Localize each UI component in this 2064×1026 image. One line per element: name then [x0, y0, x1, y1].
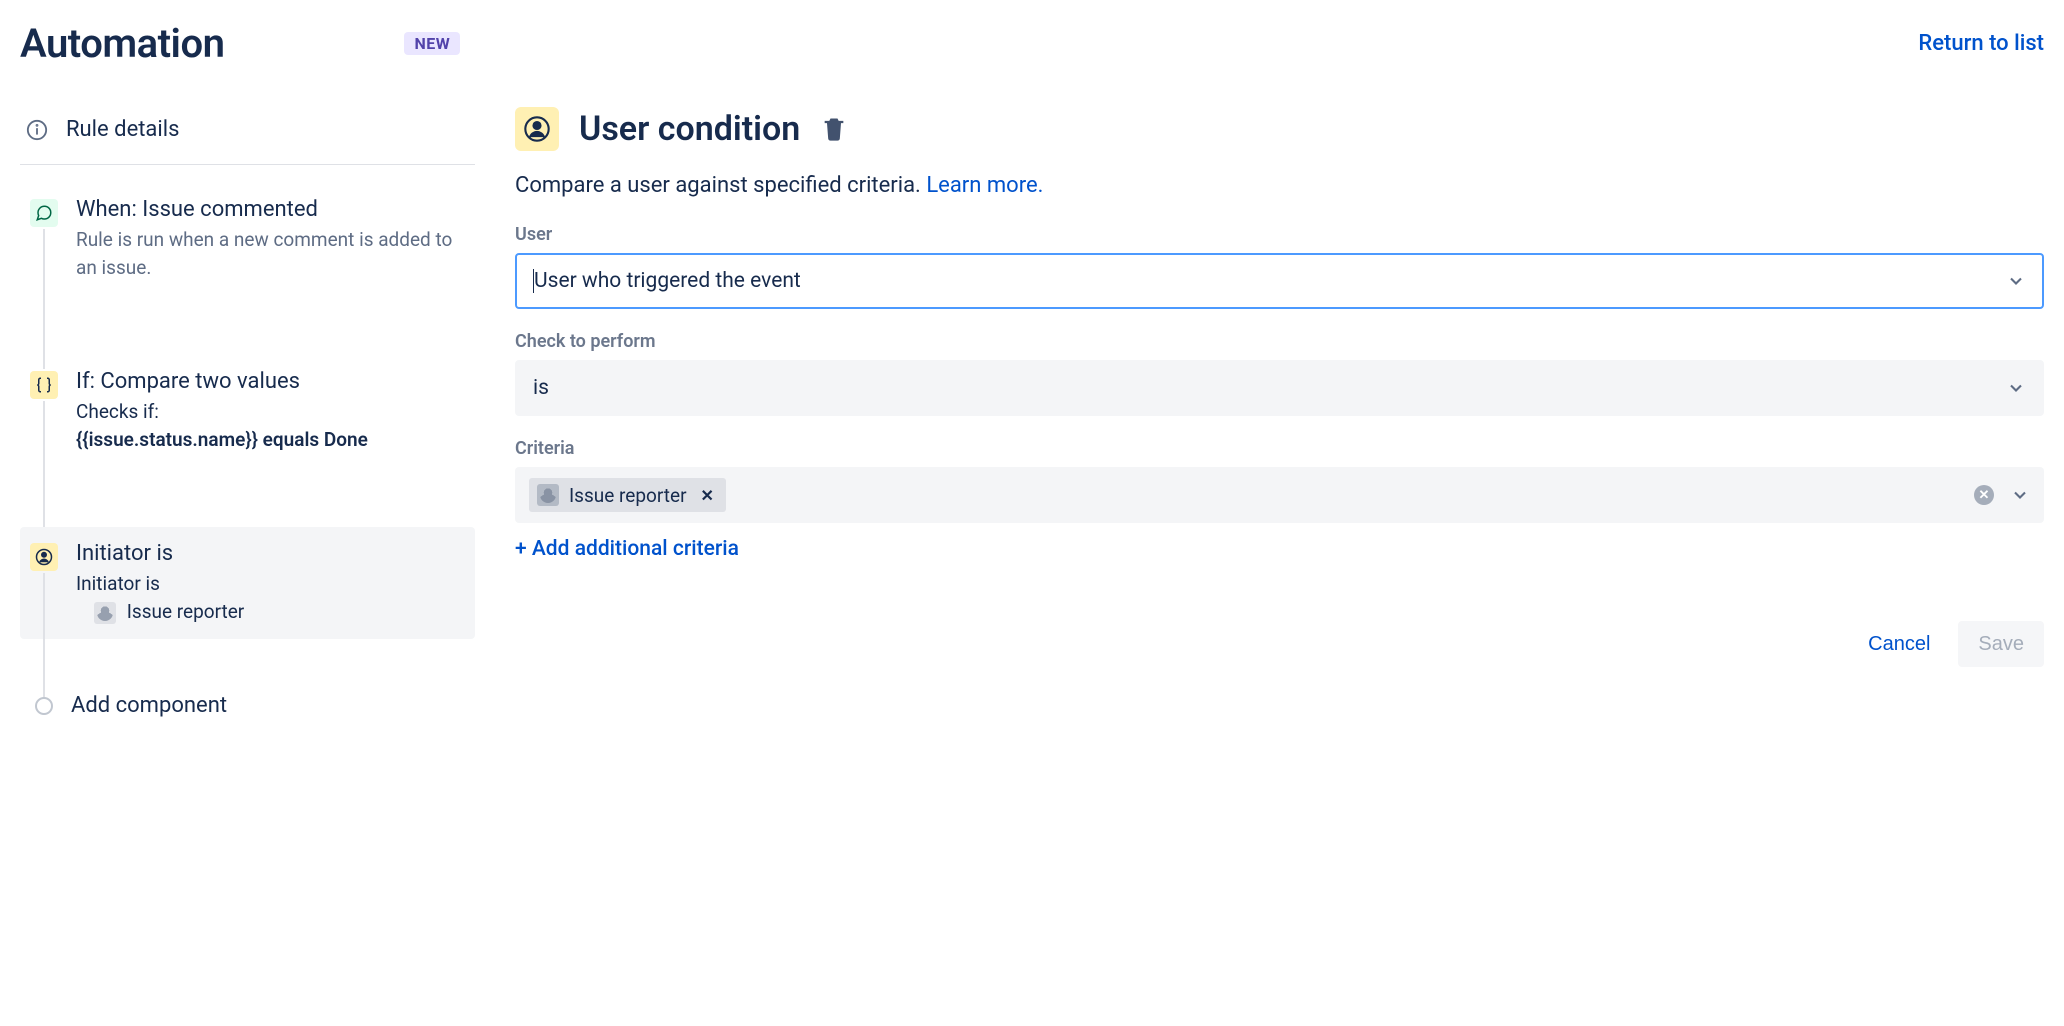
check-select[interactable]: is — [515, 360, 2044, 416]
clear-all-icon[interactable]: ✕ — [1974, 485, 1994, 505]
compare-title: If: Compare two values — [76, 369, 465, 394]
timeline-connector — [43, 401, 45, 541]
add-criteria-link[interactable]: + Add additional criteria — [515, 537, 739, 561]
save-button[interactable]: Save — [1958, 621, 2044, 667]
add-component-button[interactable]: Add component — [20, 679, 475, 736]
info-icon — [26, 119, 48, 141]
chevron-down-icon — [2010, 485, 2030, 505]
initiator-desc-1: Initiator is — [76, 570, 465, 598]
chevron-down-icon — [2006, 271, 2026, 291]
avatar-icon — [94, 602, 116, 624]
main-title: User condition — [579, 109, 800, 149]
trigger-title: When: Issue commented — [76, 197, 465, 222]
timeline-connector — [43, 229, 45, 369]
page-title: Automation — [20, 20, 224, 67]
learn-more-link[interactable]: Learn more. — [926, 173, 1043, 198]
avatar-icon — [537, 484, 559, 506]
compare-desc-2: {{issue.status.name}} equals Done — [76, 426, 465, 454]
compare-desc-1: Checks if: — [76, 398, 465, 426]
empty-circle-icon — [35, 697, 53, 715]
new-badge: NEW — [404, 32, 460, 55]
criteria-field-label: Criteria — [515, 438, 2044, 459]
main-description: Compare a user against specified criteri… — [515, 173, 2044, 198]
rule-details-row[interactable]: Rule details — [20, 107, 475, 165]
cancel-button[interactable]: Cancel — [1848, 621, 1950, 667]
trigger-desc: Rule is run when a new comment is added … — [76, 226, 465, 281]
chip-remove-icon[interactable]: ✕ — [697, 486, 718, 505]
chevron-down-icon — [2006, 378, 2026, 398]
initiator-chip-label: Issue reporter — [127, 600, 245, 623]
criteria-select[interactable]: Issue reporter ✕ ✕ — [515, 467, 2044, 523]
user-select[interactable]: User who triggered the event — [515, 253, 2044, 309]
check-field-label: Check to perform — [515, 331, 2044, 352]
initiator-desc-2: Issue reporter — [76, 598, 465, 626]
initiator-title: Initiator is — [76, 541, 465, 566]
comment-icon — [30, 199, 58, 227]
user-select-value: User who triggered the event — [534, 269, 801, 293]
check-select-value: is — [533, 376, 549, 400]
add-component-label: Add component — [71, 693, 465, 718]
user-icon — [30, 543, 58, 571]
return-to-list-link[interactable]: Return to list — [1918, 31, 2044, 56]
braces-icon — [30, 371, 58, 399]
rule-details-label: Rule details — [66, 117, 179, 142]
user-condition-icon — [515, 107, 559, 151]
timeline-condition-compare[interactable]: If: Compare two values Checks if: {{issu… — [20, 355, 475, 467]
criteria-chip-label: Issue reporter — [569, 484, 687, 507]
timeline-trigger[interactable]: When: Issue commented Rule is run when a… — [20, 183, 475, 295]
delete-icon[interactable] — [820, 115, 848, 143]
criteria-chip: Issue reporter ✕ — [529, 478, 726, 512]
timeline-user-condition[interactable]: Initiator is Initiator is Issue reporter — [20, 527, 475, 639]
user-field-label: User — [515, 224, 2044, 245]
